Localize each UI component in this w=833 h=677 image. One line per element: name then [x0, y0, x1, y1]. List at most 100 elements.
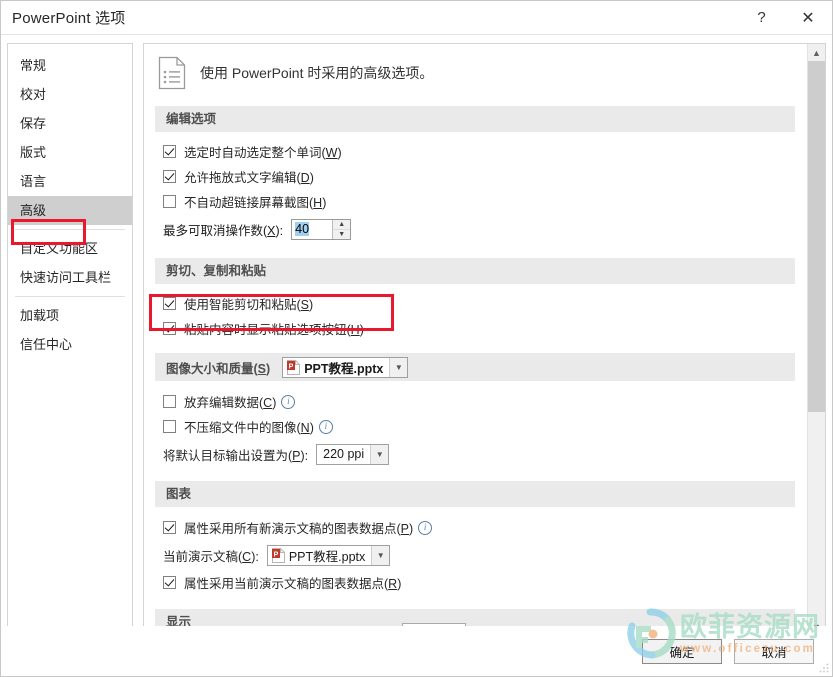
checkbox-select-whole-word[interactable] [163, 145, 176, 158]
label-chart-datapoint-new: 属性采用所有新演示文稿的图表数据点( [184, 522, 401, 536]
label-show-paste-options: 粘贴内容时显示粘贴选项按钮( [184, 323, 351, 337]
accel-image-quality: S [257, 361, 267, 376]
checkbox-row-chart-datapoint-new[interactable]: 属性采用所有新演示文稿的图表数据点(P) i [155, 515, 807, 540]
section-header-clipboard: 剪切、复制和粘贴 [155, 258, 795, 284]
svg-text:P: P [274, 551, 279, 558]
pane-header-text: 使用 PowerPoint 时采用的高级选项。 [200, 65, 434, 81]
undo-limit-input[interactable]: 40 [292, 220, 332, 239]
scroll-down-icon[interactable]: ▼ [808, 618, 825, 626]
checkbox-no-compress-images[interactable] [163, 420, 176, 433]
chevron-down-icon[interactable]: ▼ [389, 357, 408, 377]
section-header-image-quality: 图像大小和质量(S) P PPT教程.pptx ▼ [155, 353, 795, 381]
checkbox-row-chart-datapoint-current[interactable]: 属性采用当前演示文稿的图表数据点(R) [155, 570, 807, 595]
checkbox-row-no-compress-images[interactable]: 不压缩文件中的图像(N) i [155, 414, 807, 439]
chevron-down-icon[interactable]: ▼ [371, 545, 390, 565]
pane-header: 使用 PowerPoint 时采用的高级选项。 [144, 44, 807, 102]
label-drag-drop-text: 允许拖放式文字编辑( [184, 171, 301, 185]
options-scroll-content: 使用 PowerPoint 时采用的高级选项。 编辑选项 选定时自动选定整个单词… [144, 44, 807, 626]
stepper-down-icon[interactable]: ▼ [333, 229, 351, 239]
current-presentation-row: 当前演示文稿(C): P PPT教程.pptx ▼ [155, 540, 807, 570]
current-presentation-file-name: PPT教程.pptx [288, 549, 366, 564]
sidebar-item-proofing[interactable]: 校对 [8, 80, 132, 109]
ok-button[interactable]: 确定 [642, 638, 722, 664]
title-bar: PowerPoint 选项 ? ✕ [1, 1, 832, 35]
current-presentation-combo[interactable]: P PPT教程.pptx ▼ [266, 544, 391, 566]
powerpoint-file-icon: P [287, 359, 301, 375]
accel-drag-drop-text: D [300, 171, 310, 185]
checkbox-row-show-paste-options[interactable]: 粘贴内容时显示粘贴选项按钮(H) [155, 316, 807, 341]
scrollbar-thumb[interactable] [808, 61, 825, 412]
sidebar-item-advanced[interactable]: 高级 [8, 196, 132, 225]
label-default-resolution: 将默认目标输出设置为( [163, 448, 293, 463]
sidebar-item-trust-center[interactable]: 信任中心 [8, 330, 132, 359]
accel-undo-limit: X [267, 223, 276, 238]
checkbox-chart-datapoint-new[interactable] [163, 521, 176, 534]
section-header-editing: 编辑选项 [155, 106, 795, 132]
sidebar-item-language[interactable]: 语言 [8, 167, 132, 196]
undo-limit-row: 最多可取消操作数(X): 40 ▲ ▼ [155, 214, 807, 244]
scroll-up-icon[interactable]: ▲ [808, 44, 825, 61]
content-scrollbar[interactable]: ▲ ▼ [807, 44, 825, 626]
default-resolution-combo[interactable]: 220 ppi ▼ [316, 443, 390, 465]
undo-limit-stepper[interactable]: 40 ▲ ▼ [291, 218, 352, 240]
section-header-display: 显示 [155, 609, 795, 626]
default-resolution-value: 220 ppi [323, 447, 365, 461]
checkbox-row-select-whole-word[interactable]: 选定时自动选定整个单词(W) [155, 139, 807, 164]
undo-limit-stepper-buttons: ▲ ▼ [332, 219, 351, 239]
resize-grip-icon[interactable] [819, 663, 829, 673]
default-resolution-row: 将默认目标输出设置为(P): 220 ppi ▼ [155, 439, 807, 469]
label-smart-cut-paste: 使用智能剪切和粘贴( [184, 298, 301, 312]
label-no-compress-images: 不压缩文件中的图像( [184, 421, 301, 435]
cancel-button[interactable]: 取消 [734, 638, 814, 664]
scrollbar-track[interactable] [808, 61, 825, 618]
clipboard-options-rows: 使用智能剪切和粘贴(S) 粘贴内容时显示粘贴选项按钮(H) [144, 284, 807, 341]
checkbox-row-smart-cut-paste[interactable]: 使用智能剪切和粘贴(S) [155, 291, 807, 316]
accel-no-auto-hyperlink-screenshot: H [313, 196, 323, 210]
stepper-up-icon[interactable]: ▲ [333, 219, 351, 230]
label-chart-datapoint-current: 属性采用当前演示文稿的图表数据点( [184, 577, 389, 591]
sidebar-item-addins[interactable]: 加载项 [8, 301, 132, 330]
dialog-title: PowerPoint 选项 [12, 10, 126, 27]
accel-default-resolution: P [292, 448, 301, 463]
sidebar-item-save[interactable]: 保存 [8, 109, 132, 138]
image-quality-file-combo[interactable]: P PPT教程.pptx ▼ [282, 356, 409, 378]
checkbox-row-discard-editing-data[interactable]: 放弃编辑数据(C) i [155, 389, 807, 414]
accel-smart-cut-paste: S [300, 298, 310, 312]
checkbox-row-no-auto-hyperlink-screenshot[interactable]: 不自动超链接屏幕截图(H) [155, 189, 807, 214]
close-icon[interactable]: ✕ [784, 2, 832, 34]
checkbox-smart-cut-paste[interactable] [163, 297, 176, 310]
checkbox-discard-editing-data[interactable] [163, 395, 176, 408]
label-discard-editing-data: 放弃编辑数据( [184, 396, 264, 410]
info-icon-discard-editing-data[interactable]: i [281, 394, 296, 409]
sidebar-item-general[interactable]: 常规 [8, 51, 132, 80]
checkbox-show-paste-options[interactable] [163, 322, 176, 335]
checkbox-row-drag-drop-text[interactable]: 允许拖放式文字编辑(D) [155, 164, 807, 189]
info-icon-chart-datapoint-new[interactable]: i [418, 520, 433, 535]
dialog-body: 常规 校对 保存 版式 语言 高级 自定义功能区 快速访问工具栏 加载项 信任中… [1, 35, 832, 626]
powerpoint-options-dialog: PowerPoint 选项 ? ✕ 常规 校对 保存 版式 语言 高级 自定义功… [0, 0, 833, 677]
sidebar-divider-2 [15, 296, 125, 297]
label-select-whole-word: 选定时自动选定整个单词( [184, 146, 326, 160]
label-no-auto-hyperlink-screenshot: 不自动超链接屏幕截图( [184, 196, 314, 210]
checkbox-drag-drop-text[interactable] [163, 170, 176, 183]
undo-limit-value: 40 [295, 221, 310, 236]
chart-options-rows: 属性采用所有新演示文稿的图表数据点(P) i 当前演示文稿(C): P PPT教… [144, 507, 807, 595]
checkbox-no-auto-hyperlink-screenshot[interactable] [163, 195, 176, 208]
options-content-panel: 使用 PowerPoint 时采用的高级选项。 编辑选项 选定时自动选定整个单词… [143, 43, 826, 626]
image-options-rows: 放弃编辑数据(C) i 不压缩文件中的图像(N) i 将默认目标输出设置为(P)… [144, 381, 807, 469]
sidebar-item-customize-ribbon[interactable]: 自定义功能区 [8, 234, 132, 263]
sidebar-item-quick-access-toolbar[interactable]: 快速访问工具栏 [8, 263, 132, 292]
svg-text:P: P [289, 363, 294, 370]
document-options-icon [158, 56, 186, 90]
powerpoint-file-icon: P [271, 547, 285, 563]
label-undo-limit: 最多可取消操作数( [163, 223, 268, 238]
chevron-down-icon[interactable]: ▼ [370, 444, 389, 464]
sidebar-item-layout[interactable]: 版式 [8, 138, 132, 167]
help-icon[interactable]: ? [739, 2, 784, 34]
sidebar-divider-1 [15, 229, 125, 230]
info-icon-no-compress-images[interactable]: i [318, 419, 333, 434]
accel-select-whole-word: W [325, 146, 338, 160]
accel-show-paste-options: H [350, 323, 360, 337]
image-quality-file-name: PPT教程.pptx [304, 361, 384, 376]
checkbox-chart-datapoint-current[interactable] [163, 576, 176, 589]
